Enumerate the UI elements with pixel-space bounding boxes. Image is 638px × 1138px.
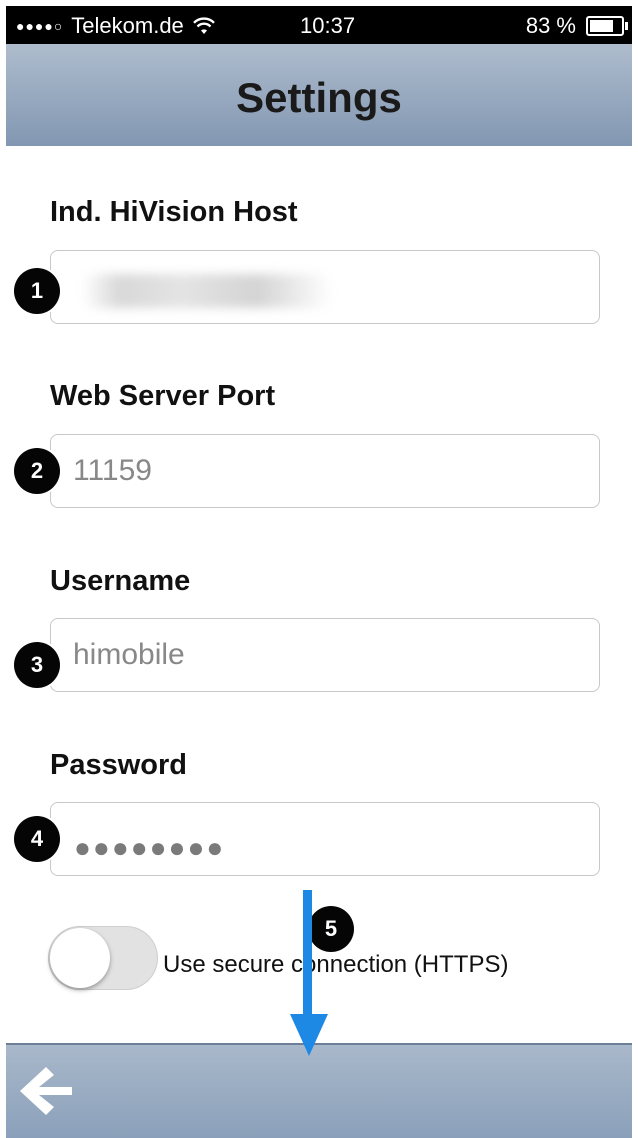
callout-4: 4: [14, 816, 60, 862]
status-right: 83 %: [525, 13, 628, 39]
status-time: 10:37: [300, 13, 356, 38]
battery-percent: 83 %: [525, 13, 576, 38]
https-toggle-label: Use secure connection (HTTPS): [163, 951, 509, 978]
battery-icon: [586, 16, 628, 36]
battery-fill: [590, 20, 613, 32]
callout-3: 3: [14, 642, 60, 688]
host-value-redacted: [82, 274, 332, 308]
callout-1: 1: [14, 268, 60, 314]
username-input[interactable]: [50, 618, 600, 692]
username-label: Username: [50, 565, 191, 597]
battery-tip: [625, 22, 628, 30]
https-toggle[interactable]: [48, 926, 158, 990]
status-bar: ●●●●○ Telekom.de 10:37 83 %: [6, 6, 632, 44]
header-bar: Settings: [6, 44, 632, 146]
page-title: Settings: [236, 74, 402, 121]
back-arrow-icon[interactable]: [16, 1061, 76, 1121]
port-input[interactable]: [50, 434, 600, 508]
password-mask: ●●●●●●●●: [74, 832, 226, 863]
host-label: Ind. HiVision Host: [50, 196, 298, 228]
signal-strength-icon: ●●●●○: [16, 18, 64, 34]
password-label: Password: [50, 749, 187, 781]
port-label: Web Server Port: [50, 380, 276, 412]
callout-2: 2: [14, 448, 60, 494]
toggle-knob: [50, 928, 110, 988]
annotation-arrow-icon: [290, 890, 328, 1056]
status-left: ●●●●○ Telekom.de: [16, 13, 216, 39]
carrier-name: Telekom.de: [71, 13, 184, 38]
wifi-icon: [192, 17, 215, 34]
